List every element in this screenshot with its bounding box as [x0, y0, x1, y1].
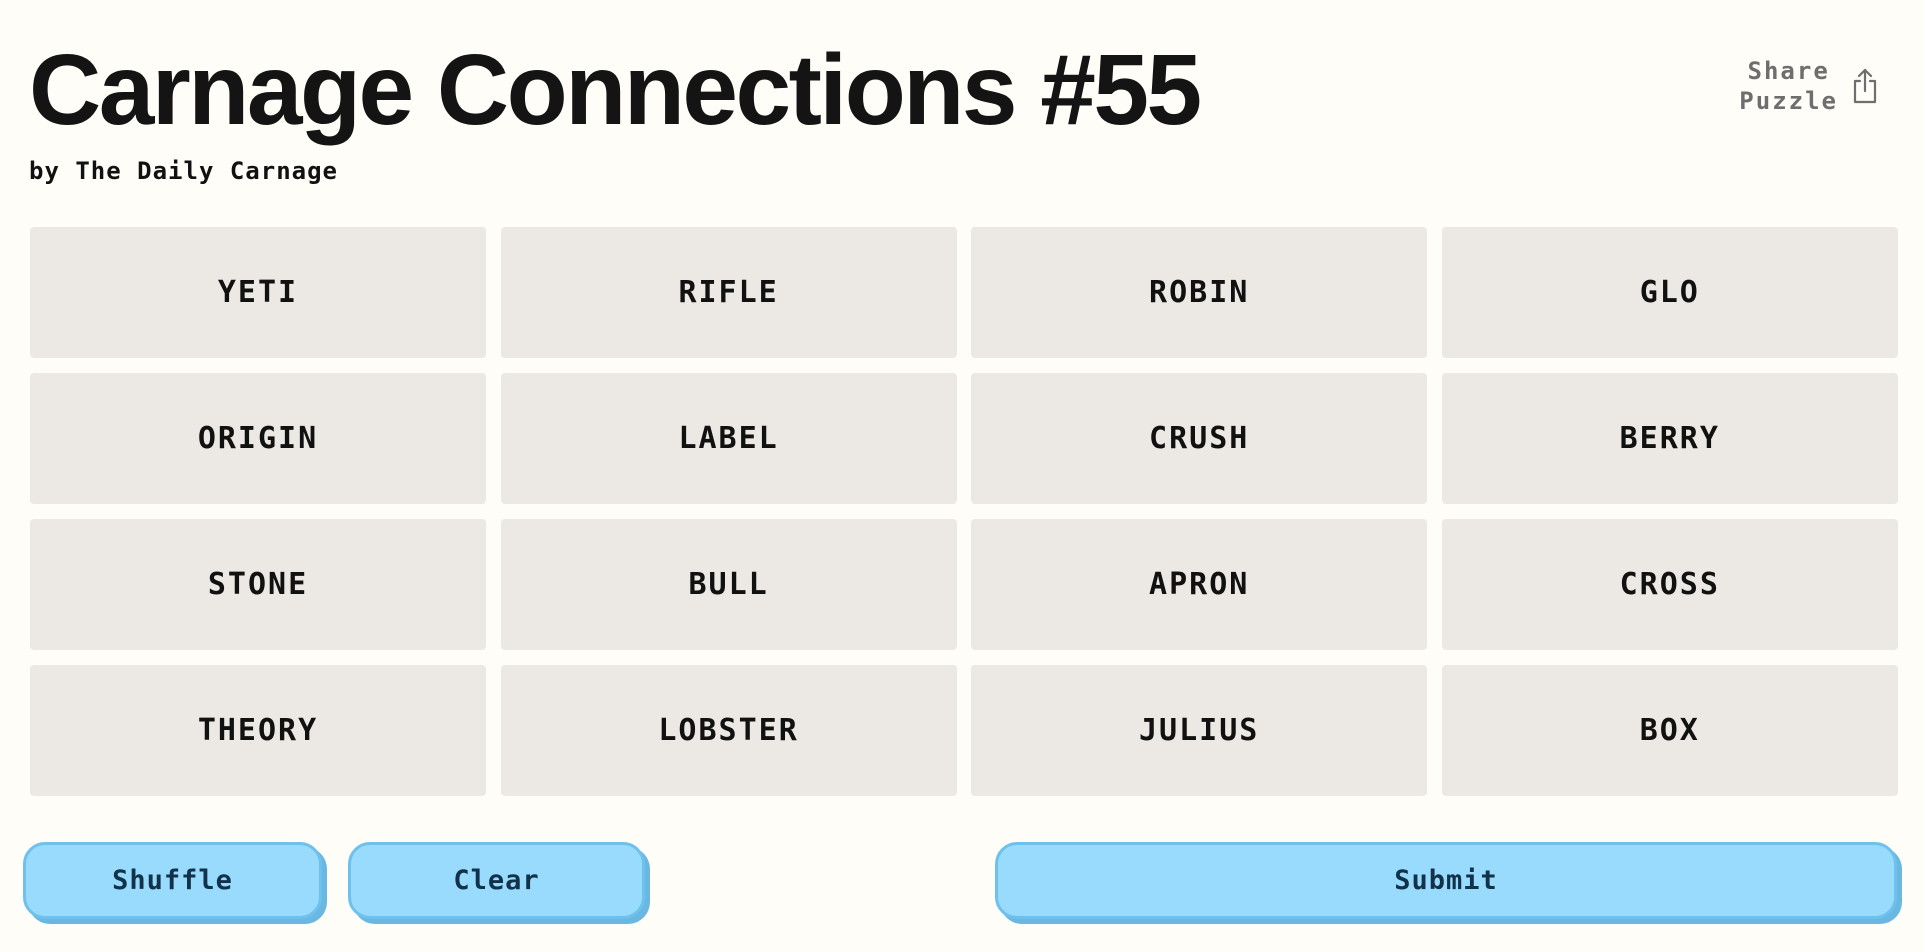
word-tile[interactable]: JULIUS — [971, 665, 1428, 796]
submit-button[interactable]: Submit — [995, 842, 1897, 919]
word-tile[interactable]: LOBSTER — [500, 665, 957, 796]
word-tile[interactable]: YETI — [30, 227, 486, 358]
word-tile[interactable]: BULL — [500, 519, 957, 650]
word-tile[interactable]: APRON — [971, 519, 1428, 650]
word-tile[interactable]: BERRY — [1441, 373, 1898, 504]
word-tile[interactable]: GLO — [1441, 227, 1898, 358]
byline: by The Daily Carnage — [29, 157, 338, 185]
word-tile[interactable]: LABEL — [500, 373, 957, 504]
word-tile[interactable]: STONE — [30, 519, 486, 650]
page-title: Carnage Connections #55 — [29, 34, 1202, 146]
word-tile[interactable]: ROBIN — [971, 227, 1428, 358]
share-puzzle-button[interactable]: Share Puzzle — [1739, 56, 1880, 116]
word-tile[interactable]: THEORY — [30, 665, 486, 796]
word-tile[interactable]: BOX — [1441, 665, 1898, 796]
word-tile[interactable]: CRUSH — [971, 373, 1428, 504]
share-label-line1: Share — [1747, 57, 1830, 85]
share-label: Share Puzzle — [1739, 56, 1838, 116]
word-tile[interactable]: ORIGIN — [30, 373, 486, 504]
share-icon — [1850, 67, 1880, 105]
word-tile[interactable]: RIFLE — [500, 227, 957, 358]
word-tile[interactable]: CROSS — [1441, 519, 1898, 650]
clear-button[interactable]: Clear — [348, 842, 645, 919]
share-label-line2: Puzzle — [1739, 87, 1838, 115]
shuffle-button[interactable]: Shuffle — [23, 842, 322, 919]
word-grid: YETI RIFLE ROBIN GLO ORIGIN LABEL CRUSH … — [30, 227, 1898, 796]
